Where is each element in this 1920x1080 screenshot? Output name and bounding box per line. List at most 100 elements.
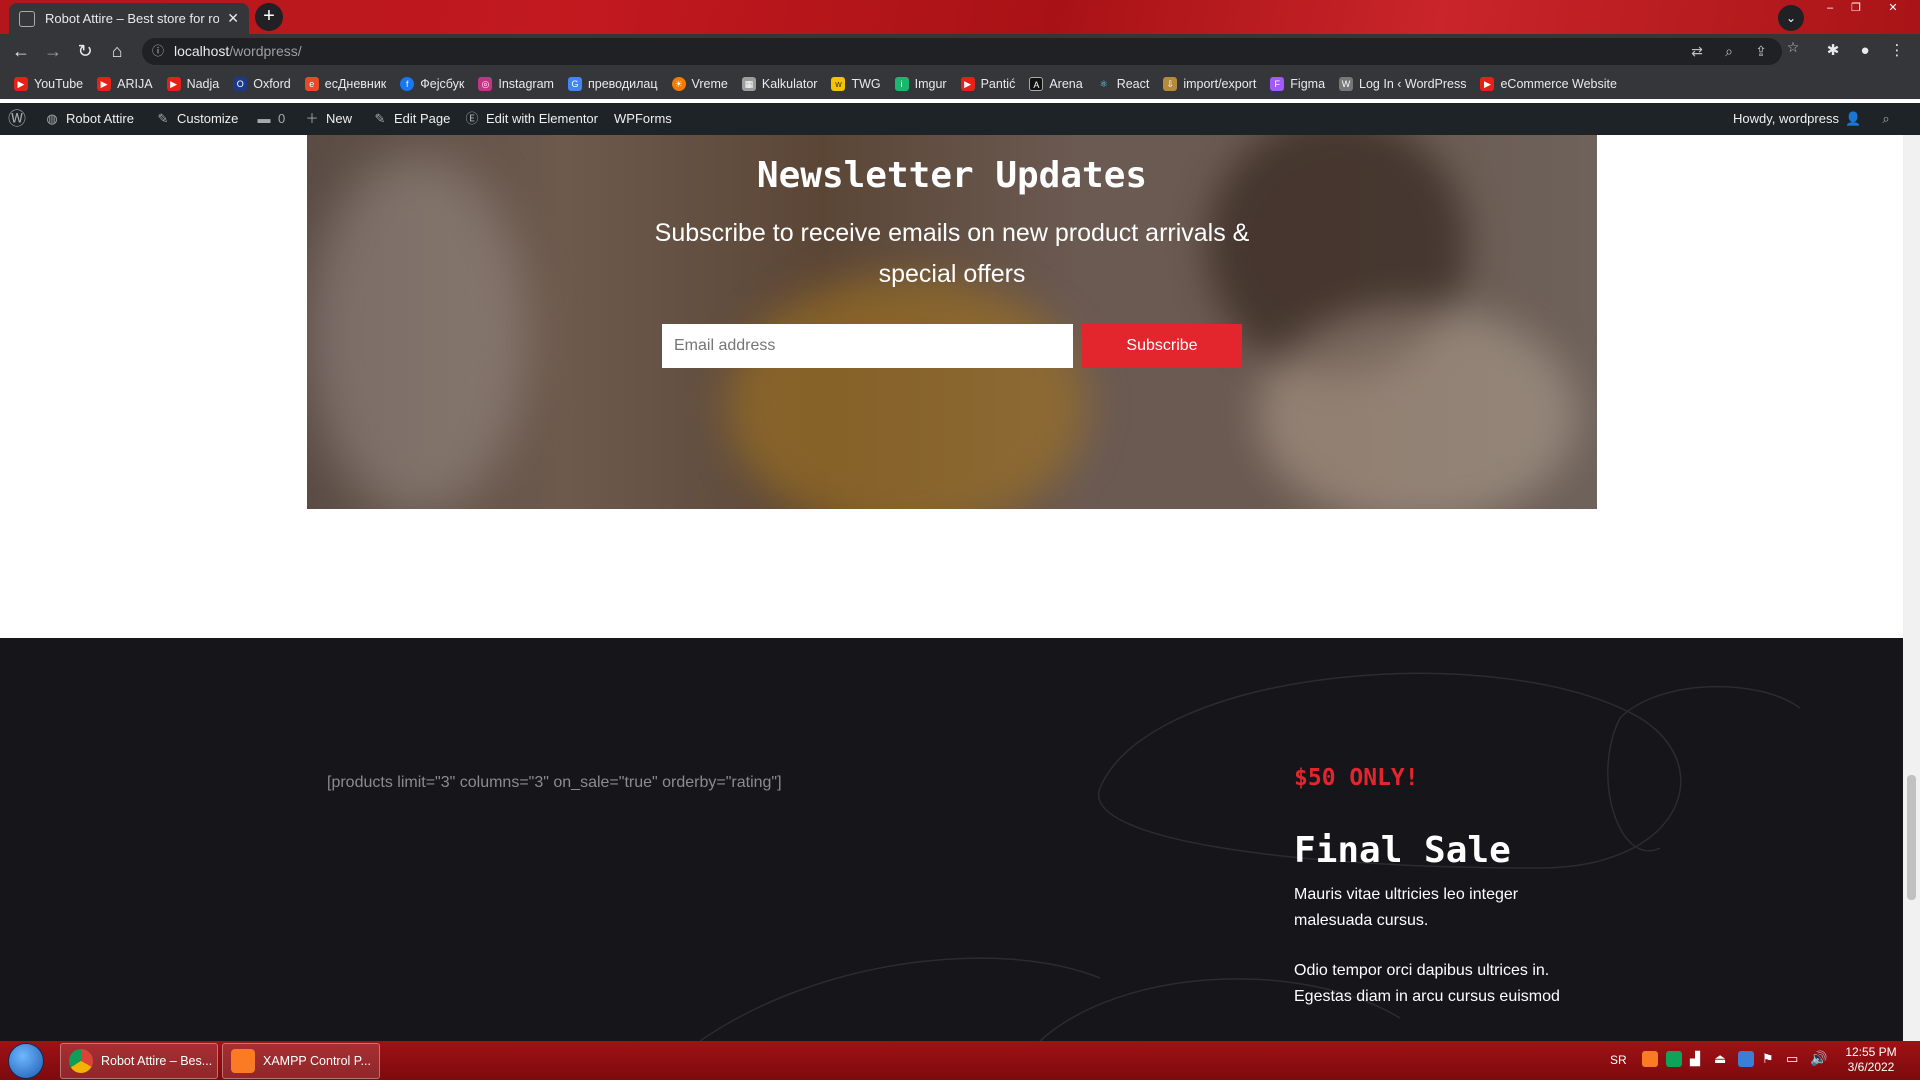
subscribe-button[interactable]: Subscribe — [1082, 324, 1242, 368]
language-indicator[interactable]: SR — [1610, 1053, 1627, 1067]
youtube-icon: ▶ — [97, 76, 112, 91]
bookmark-imgur[interactable]: i Imgur — [894, 76, 947, 91]
taskbar-clock[interactable]: 12:55 PM 3/6/2022 — [1836, 1045, 1906, 1075]
adminbar-wpforms[interactable]: WPForms — [614, 103, 672, 135]
adminbar-comments[interactable]: ▬ 0 — [256, 103, 286, 135]
background-photo — [307, 155, 527, 509]
site-info-icon[interactable]: ⓘ — [152, 38, 164, 65]
chrome-icon — [69, 1049, 93, 1073]
bookmark-nadja[interactable]: ▶ Nadja — [166, 76, 219, 91]
site-favicon-icon — [19, 10, 35, 27]
browser-tab[interactable]: Robot Attire – Best store for robo ✕ — [9, 3, 249, 34]
bookmark-import-export[interactable]: ⇩ import/export — [1163, 76, 1256, 91]
page-content: Newsletter Updates Subscribe to receive … — [0, 135, 1903, 1041]
arena-icon: A — [1029, 76, 1044, 91]
newsletter-section: Newsletter Updates Subscribe to receive … — [307, 135, 1597, 509]
windows-taskbar: Robot Attire – Bes... XAMPP Control P...… — [0, 1041, 1920, 1080]
newsletter-title: Newsletter Updates — [756, 155, 1148, 196]
start-button[interactable] — [8, 1043, 44, 1079]
sale-paragraph-2: Odio tempor orci dapibus ultrices in. Eg… — [1294, 962, 1560, 1005]
monitor-icon[interactable]: ▭ — [1786, 1051, 1798, 1067]
page-scrollbar[interactable] — [1903, 135, 1920, 1041]
bookmark-star-icon[interactable]: ☆ — [1782, 34, 1804, 61]
new-tab-button[interactable]: + — [255, 3, 283, 31]
newsletter-subtitle: Subscribe to receive emails on new produ… — [654, 219, 1250, 288]
bookmark-figma[interactable]: F Figma — [1270, 76, 1325, 91]
email-input[interactable] — [662, 324, 1073, 368]
adminbar-edit-page[interactable]: ✎ Edit Page — [372, 103, 451, 135]
bookmark-ecommerce[interactable]: ▶ eCommerce Website — [1480, 76, 1617, 91]
tab-search-icon[interactable]: ⌄ — [1778, 5, 1804, 31]
bookmark-youtube[interactable]: ▶ YouTube — [14, 76, 83, 91]
translate-icon[interactable]: ⇄ — [1686, 38, 1708, 65]
adminbar-new[interactable]: ＋ New — [304, 103, 352, 135]
figma-icon: F — [1270, 76, 1285, 91]
bluetooth-icon[interactable] — [1738, 1051, 1754, 1067]
taskbar-chrome[interactable]: Robot Attire – Bes... — [60, 1043, 218, 1079]
wordpress-logo-icon[interactable]: Ⓦ — [8, 103, 30, 135]
menu-kebab-icon[interactable]: ⋮ — [1882, 34, 1912, 68]
bookmark-twg[interactable]: w TWG — [831, 76, 881, 91]
imgur-icon: i — [894, 76, 909, 91]
sale-price: $50 ONLY! — [1294, 765, 1419, 791]
dashboard-icon: ◍ — [46, 111, 58, 126]
scrollbar-thumb[interactable] — [1907, 775, 1916, 900]
network-icon[interactable]: ▟ — [1690, 1051, 1700, 1067]
address-bar[interactable]: ⓘ localhost/wordpress/ — [142, 38, 1782, 65]
bookmarks-bar: ▶ YouTube ▶ ARIJA ▶ Nadja O Oxford e есДневни… — [0, 68, 1920, 99]
import-icon: ⇩ — [1163, 76, 1178, 91]
xampp-icon — [231, 1049, 255, 1073]
minimize-button[interactable]: – — [1817, 0, 1843, 16]
bookmark-wordpress-login[interactable]: W Log In ‹ WordPress — [1339, 76, 1466, 91]
decorative-curves — [699, 672, 1801, 1041]
taskbar-xampp[interactable]: XAMPP Control P... — [222, 1043, 380, 1079]
bookmark-arena[interactable]: A Arena — [1029, 76, 1083, 91]
facebook-icon: f — [400, 76, 415, 91]
comment-icon: ▬ — [257, 111, 271, 126]
adminbar-customize[interactable]: ✎ Customize — [155, 103, 239, 135]
usb-icon[interactable]: ⏏ — [1714, 1051, 1726, 1067]
elementor-icon: Ⓔ — [465, 111, 479, 126]
extensions-icon[interactable]: ✱ — [1818, 34, 1848, 68]
profile-icon[interactable]: ● — [1850, 34, 1880, 68]
user-avatar-icon: 👤 — [1844, 111, 1862, 126]
bookmark-oxford[interactable]: O Oxford — [233, 76, 291, 91]
adminbar-howdy[interactable]: Howdy, wordpress 👤 — [1733, 103, 1867, 135]
xampp-tray-icon[interactable] — [1642, 1051, 1658, 1067]
shield-icon[interactable] — [1666, 1051, 1682, 1067]
adminbar-edit-elementor[interactable]: Ⓔ Edit with Elementor — [464, 103, 598, 135]
bookmark-instagram[interactable]: ◎ Instagram — [478, 76, 554, 91]
sale-title: Final Sale — [1294, 830, 1511, 871]
flag-icon[interactable]: ⚑ — [1762, 1051, 1774, 1067]
browser-titlebar: Robot Attire – Best store for robo ✕ + ⌄… — [0, 0, 1920, 34]
bookmark-facebook[interactable]: f Фејсбук — [400, 76, 464, 91]
bookmark-pantic[interactable]: ▶ Pantić — [960, 76, 1015, 91]
twg-icon: w — [831, 76, 846, 91]
bookmark-esdnevnik[interactable]: e есДневник — [304, 76, 386, 91]
back-arrow-icon[interactable]: ← — [6, 34, 36, 68]
oup-icon: O — [233, 76, 248, 91]
clock-date: 3/6/2022 — [1847, 1060, 1895, 1074]
bookmark-arija[interactable]: ▶ ARIJA — [97, 76, 153, 91]
url-host: localhost — [174, 43, 230, 59]
instagram-icon: ◎ — [478, 76, 493, 91]
maximize-button[interactable]: ❐ — [1843, 0, 1869, 16]
reload-icon[interactable]: ↻ — [70, 34, 100, 68]
forward-arrow-icon[interactable]: → — [38, 34, 68, 68]
share-icon[interactable]: ⇪ — [1750, 38, 1772, 65]
tab-close-icon[interactable]: ✕ — [227, 10, 239, 27]
adminbar-search-icon[interactable]: ⌕ — [1878, 103, 1900, 135]
bookmark-translate[interactable]: Gпреводилац — [567, 76, 658, 91]
youtube-icon: ▶ — [166, 76, 181, 91]
browser-toolbar: ← → ↻ ⌂ ⓘ localhost/wordpress/ ⇄ ⌕ ⇪ ☆ ✱… — [0, 34, 1920, 68]
youtube-icon: ▶ — [1480, 76, 1495, 91]
calculator-icon: ▦ — [741, 76, 756, 91]
bookmark-vreme[interactable]: ☀ Vreme — [671, 76, 728, 91]
bookmark-react[interactable]: ⚛ React — [1097, 77, 1150, 91]
adminbar-site-name[interactable]: ◍ Robot Attire — [44, 103, 134, 135]
home-icon[interactable]: ⌂ — [102, 34, 132, 68]
window-close-button[interactable]: ✕ — [1880, 0, 1906, 16]
volume-icon[interactable]: 🔊 — [1810, 1050, 1827, 1067]
zoom-icon[interactable]: ⌕ — [1718, 38, 1740, 65]
bookmark-kalkulator[interactable]: ▦ Kalkulator — [741, 76, 817, 91]
